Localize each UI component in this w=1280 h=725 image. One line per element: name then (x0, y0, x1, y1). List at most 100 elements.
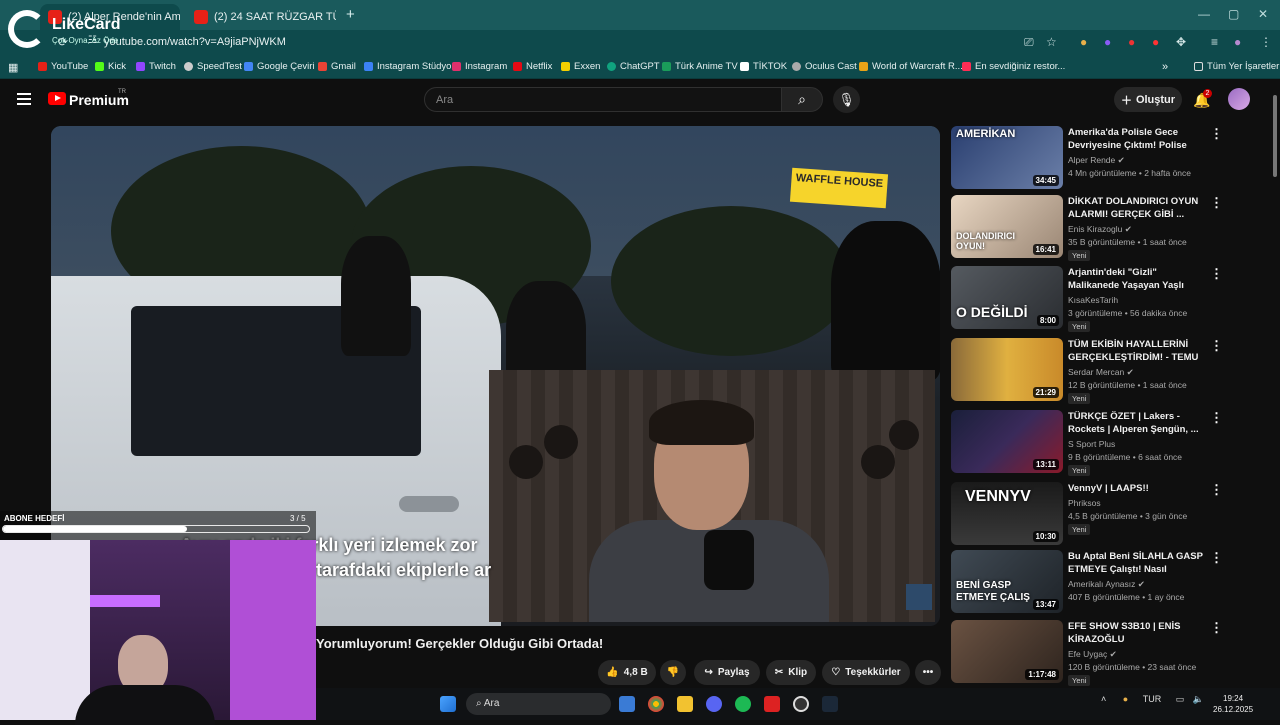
all-bookmarks-folder[interactable]: Tüm Yer İşaretleri (1194, 61, 1280, 72)
thanks-button[interactable]: ♡ Teşekkürler (822, 660, 910, 685)
channel-name[interactable]: KısaKesTarih (1068, 295, 1118, 305)
extension-icon[interactable]: ● (1152, 35, 1159, 49)
recommendation-item[interactable]: 13:11 TÜRKÇE ÖZET | Lakers - Rockets | A… (951, 410, 1271, 476)
more-actions-button[interactable]: ••• (915, 660, 941, 685)
chrome-icon[interactable] (648, 696, 664, 712)
obs-icon[interactable] (793, 696, 809, 712)
like-button[interactable]: 👍 4,8 B (598, 660, 656, 685)
video-thumbnail[interactable]: 1:17:48 (951, 620, 1063, 683)
channel-name[interactable]: Serdar Mercan ✔ (1068, 367, 1134, 378)
taskbar-search[interactable]: ⌕ Ara (466, 693, 611, 715)
search-button[interactable]: ⌕ (781, 87, 823, 112)
bookmark-youtube[interactable]: YouTube (38, 61, 88, 72)
bookmark-tiktok[interactable]: TİKTOK (740, 61, 787, 72)
video-thumbnail[interactable]: AMERİKAN 34:45 (951, 126, 1063, 189)
recommendation-item[interactable]: VENNYV 10:30 VennyV | LAAPS!! Phriksos 4,… (951, 482, 1271, 548)
cast-icon[interactable]: ⎚ (1024, 35, 1034, 50)
bookmark-chatgpt[interactable]: ChatGPT (607, 61, 660, 72)
bookmark-star-icon[interactable]: ☆ (1046, 35, 1057, 49)
bookmark-kick[interactable]: Kick (95, 61, 126, 72)
bookmark-instagram[interactable]: Instagram (452, 61, 507, 72)
microphone-tray-icon[interactable]: ● (1123, 694, 1128, 704)
input-language[interactable]: TUR (1143, 694, 1162, 704)
steam-icon[interactable] (822, 696, 838, 712)
bookmark-speedtest[interactable]: SpeedTest (184, 61, 242, 72)
recommendation-title[interactable]: EFE SHOW S3B10 | ENİS KİRAZOĞLU (1068, 620, 1206, 646)
extensions-puzzle-icon[interactable]: ✥ (1176, 35, 1186, 49)
recommendation-title[interactable]: VennyV | LAAPS!! (1068, 482, 1206, 495)
minimize-icon[interactable]: — (1198, 7, 1210, 21)
video-thumbnail[interactable]: DOLANDIRICI OYUN! 16:41 (951, 195, 1063, 258)
recommendation-title[interactable]: TÜM EKİBİN HAYALLERİNİ GERÇEKLEŞTİRDİM! … (1068, 338, 1206, 365)
voice-search-button[interactable]: 🎙 (833, 86, 860, 113)
more-options-icon[interactable]: ⋮ (1210, 482, 1223, 498)
tray-overflow-chevron-icon[interactable]: ˄ (1101, 694, 1106, 704)
bookmark-instagram-studio[interactable]: Instagram Stüdyo (364, 61, 451, 72)
video-thumbnail[interactable]: VENNYV 10:30 (951, 482, 1063, 545)
bookmark-twitch[interactable]: Twitch (136, 61, 176, 72)
youtube-logo-icon[interactable] (48, 92, 66, 105)
recommendation-title[interactable]: TÜRKÇE ÖZET | Lakers - Rockets | Alperen… (1068, 410, 1206, 436)
recommendation-title[interactable]: Bu Aptal Beni SİLAHLA GASP ETMEYE Çalışt… (1068, 550, 1206, 577)
recommendation-title[interactable]: Amerika'da Polisle Gece Devriyesine Çıkt… (1068, 126, 1206, 153)
bookmark-netflix[interactable]: Netflix (513, 61, 552, 72)
recommendation-item[interactable]: O DEĞİLDİ 8:00 Arjantin'deki "Gizli" Mali… (951, 266, 1271, 332)
more-options-icon[interactable]: ⋮ (1210, 266, 1223, 282)
channel-name[interactable]: Alper Rende ✔ (1068, 155, 1125, 166)
extension-icon[interactable]: ● (1080, 35, 1087, 49)
hamburger-menu-icon[interactable] (17, 93, 31, 105)
recommendation-item[interactable]: BENİ GASP ETMEYE ÇALIŞ 13:47 Bu Aptal Ben… (951, 550, 1271, 616)
bookmark-exxen[interactable]: Exxen (561, 61, 600, 72)
tab-ruzgar-turbini[interactable]: (2) 24 SAAT RÜZGAR TÜRBİNİN... ✕ (186, 4, 336, 30)
discord-icon[interactable] (706, 696, 722, 712)
volume-icon[interactable]: 🔈 (1193, 694, 1204, 704)
channel-name[interactable]: Enis Kirazoglu ✔ (1068, 224, 1132, 235)
scrollbar-thumb[interactable] (1273, 95, 1277, 177)
network-icon[interactable]: ▭ (1176, 694, 1185, 704)
browser-menu-icon[interactable]: ⋮ (1260, 35, 1272, 49)
create-button[interactable]: ＋ Oluştur (1114, 87, 1182, 112)
channel-name[interactable]: Amerikalı Aynasız ✔ (1068, 579, 1145, 590)
bookmark-gmail[interactable]: Gmail (318, 61, 356, 72)
bookmark-world-of-warcraft[interactable]: World of Warcraft R... (859, 61, 963, 72)
more-options-icon[interactable]: ⋮ (1210, 620, 1223, 636)
recommendation-item[interactable]: DOLANDIRICI OYUN! 16:41 DİKKAT DOLANDIRIC… (951, 195, 1271, 261)
profile-icon[interactable]: ● (1234, 35, 1241, 49)
video-thumbnail[interactable]: 13:11 (951, 410, 1063, 473)
extension-icon[interactable]: ● (1128, 35, 1135, 49)
apps-grid-icon[interactable]: ▦ (8, 61, 18, 74)
page-scrollbar[interactable] (1272, 95, 1278, 685)
more-options-icon[interactable]: ⋮ (1210, 338, 1223, 354)
bookmark-google-translate[interactable]: Google Çeviri (244, 61, 315, 72)
file-explorer-icon[interactable] (677, 696, 693, 712)
spotify-icon[interactable] (735, 696, 751, 712)
channel-name[interactable]: S Sport Plus (1068, 439, 1115, 449)
bookmark-restaurant[interactable]: En sevdiğiniz restor... (962, 61, 1065, 72)
more-options-icon[interactable]: ⋮ (1210, 126, 1223, 142)
recommendation-item[interactable]: 1:17:48 EFE SHOW S3B10 | ENİS KİRAZOĞLU … (951, 620, 1271, 686)
recommendation-item[interactable]: 21:29 TÜM EKİBİN HAYALLERİNİ GERÇEKLEŞTİ… (951, 338, 1271, 404)
task-view-icon[interactable] (619, 696, 635, 712)
extension-icon[interactable]: ● (1104, 35, 1111, 49)
more-options-icon[interactable]: ⋮ (1210, 550, 1223, 566)
recommendation-title[interactable]: DİKKAT DOLANDIRICI OYUN ALARMI! GERÇEK G… (1068, 195, 1206, 221)
dislike-button[interactable]: 👎 (660, 660, 686, 685)
video-thumbnail[interactable]: 21:29 (951, 338, 1063, 401)
video-thumbnail[interactable]: O DEĞİLDİ 8:00 (951, 266, 1063, 329)
taskbar-clock[interactable]: 19:24 26.12.2025 (1213, 693, 1253, 715)
account-avatar[interactable] (1228, 88, 1250, 110)
more-bookmarks-chevron-icon[interactable]: » (1162, 61, 1168, 73)
close-window-icon[interactable]: ✕ (1258, 7, 1268, 21)
clip-button[interactable]: ✂ Klip (766, 660, 816, 685)
recommendation-title[interactable]: Arjantin'deki "Gizli" Malikanede Yaşayan… (1068, 266, 1206, 293)
media-controls-icon[interactable]: ≡ (1211, 35, 1218, 49)
restore-icon[interactable]: ▢ (1228, 7, 1239, 21)
channel-name[interactable]: Phriksos (1068, 498, 1101, 508)
more-options-icon[interactable]: ⋮ (1210, 410, 1223, 426)
windows-start-icon[interactable] (440, 696, 456, 712)
bookmark-turk-anime-tv[interactable]: Türk Anime TV (662, 61, 738, 72)
voicemeeter-icon[interactable] (764, 696, 780, 712)
search-input[interactable]: Ara (424, 87, 782, 112)
video-thumbnail[interactable]: BENİ GASP ETMEYE ÇALIŞ 13:47 (951, 550, 1063, 613)
recommendation-item[interactable]: AMERİKAN 34:45 Amerika'da Polisle Gece De… (951, 126, 1271, 192)
